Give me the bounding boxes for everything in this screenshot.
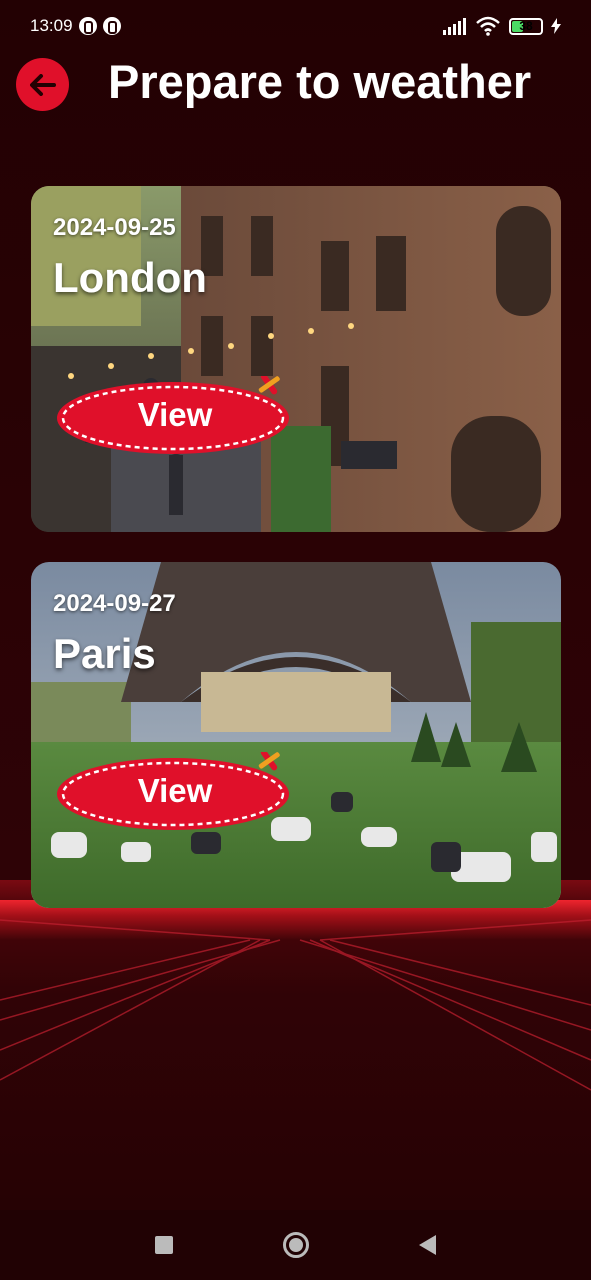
home-icon[interactable] [283,1232,309,1258]
back-icon[interactable] [419,1235,436,1255]
trip-card-paris[interactable]: 2024-09-27 Paris View [31,562,561,908]
floor-lines [0,919,591,1091]
charging-icon [551,18,561,34]
signal-icon [443,18,466,35]
trip-card-london[interactable]: 2024-09-25 London View [31,186,561,532]
view-button-label: View [137,396,213,433]
battery-level: 38 [519,19,533,33]
trip-date: 2024-09-27 [53,590,176,617]
status-left: 13:09 [30,16,121,36]
back-button[interactable] [16,58,69,111]
background-floor [0,880,591,1210]
navigation-bar [0,1210,591,1280]
view-button[interactable]: View [55,752,295,830]
wifi-icon [476,16,500,36]
recent-apps-icon[interactable] [155,1236,173,1254]
view-button[interactable]: View [55,376,295,454]
home-icon-inner [289,1238,303,1252]
trip-date: 2024-09-25 [53,214,176,241]
status-time: 13:09 [30,16,73,35]
battery-icon: 38 [509,17,543,35]
view-button-label: View [137,772,213,809]
arrow-left-icon [29,73,56,96]
page-title: Prepare to weather [108,55,532,108]
status-bar: 13:09 38 [0,0,591,52]
trip-city: Paris [53,630,156,677]
trip-city: London [53,254,207,301]
notification-icon [78,17,97,35]
header: Prepare to weather [0,52,591,118]
status-right: 38 [443,16,561,36]
notification-icon [102,17,121,35]
